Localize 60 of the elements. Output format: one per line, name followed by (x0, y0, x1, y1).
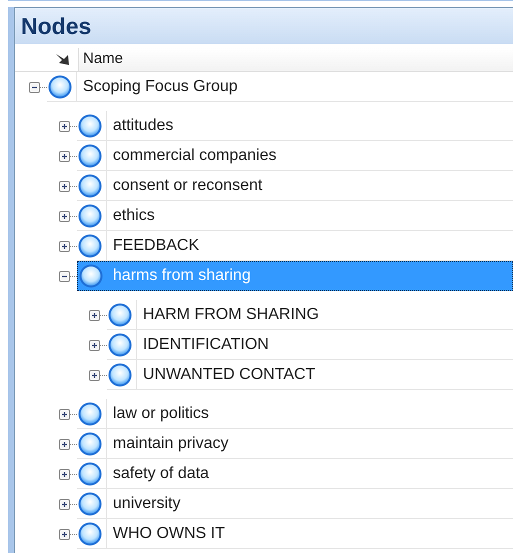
expand-icon[interactable] (58, 240, 70, 252)
tree-row[interactable]: ethics (76, 201, 513, 231)
node-icon (78, 492, 102, 516)
tree-row[interactable]: IDENTIFICATION (106, 330, 513, 360)
node-label: maintain privacy (112, 434, 228, 454)
node-icon (78, 174, 102, 198)
node-icon (78, 402, 102, 426)
tree-row[interactable]: attitudes (76, 111, 513, 141)
column-header[interactable]: Name (78, 48, 513, 71)
tree-row[interactable]: maintain privacy (76, 429, 513, 459)
node-icon (78, 264, 103, 288)
tree-row[interactable]: consent or reconsent (76, 171, 513, 201)
expand-icon[interactable] (58, 120, 70, 132)
node-label: WHO OWNS IT (112, 524, 225, 544)
node-label: law or politics (112, 404, 209, 424)
collapse-icon[interactable] (58, 270, 70, 282)
tree-row[interactable]: safety of data (76, 459, 513, 489)
node-label: commercial companies (112, 146, 276, 166)
tree-row[interactable]: university (76, 489, 513, 519)
node-label: attitudes (112, 116, 174, 136)
node-icon (78, 114, 102, 138)
expand-icon[interactable] (58, 210, 70, 222)
expand-icon[interactable] (58, 438, 70, 450)
node-icon (48, 74, 72, 98)
node-label: IDENTIFICATION (142, 334, 269, 354)
tree-row[interactable]: WHO OWNS IT (76, 519, 513, 549)
node-icon (78, 522, 102, 546)
node-icon (78, 204, 102, 228)
node-label: UNWANTED CONTACT (142, 364, 316, 384)
node-icon (78, 144, 102, 168)
tree-row[interactable]: UNWANTED CONTACT (106, 360, 513, 390)
node-label: consent or reconsent (112, 176, 262, 196)
tree-row[interactable]: Scoping Focus Group (46, 72, 513, 102)
node-label: harms from sharing (112, 266, 251, 286)
expand-icon[interactable] (58, 408, 70, 420)
node-icon (78, 234, 102, 258)
node-label: HARM FROM SHARING (142, 304, 319, 324)
tree-row[interactable]: HARM FROM SHARING (106, 300, 513, 330)
collapse-icon[interactable] (28, 82, 40, 92)
node-icon (108, 362, 132, 386)
node-icon (108, 302, 132, 326)
expand-icon[interactable] (58, 528, 70, 540)
panel-title: Nodes (15, 8, 513, 44)
expand-icon[interactable] (58, 468, 70, 480)
node-label: FEEDBACK (112, 236, 200, 256)
node-label: ethics (112, 206, 155, 226)
expand-icon[interactable] (58, 180, 70, 192)
expand-icon[interactable] (88, 370, 100, 380)
expand-icon[interactable] (88, 310, 100, 320)
node-label: university (112, 494, 180, 514)
expand-icon[interactable] (88, 340, 100, 350)
node-label: Scoping Focus Group (82, 76, 238, 96)
expand-icon[interactable] (58, 150, 70, 162)
node-icon (108, 332, 132, 356)
expand-icon[interactable] (58, 498, 70, 510)
node-icon (78, 462, 102, 486)
tree-row[interactable]: law or politics (76, 399, 513, 429)
tree-row[interactable]: commercial companies (76, 141, 513, 171)
node-label: safety of data (112, 464, 209, 484)
node-icon (78, 432, 102, 456)
